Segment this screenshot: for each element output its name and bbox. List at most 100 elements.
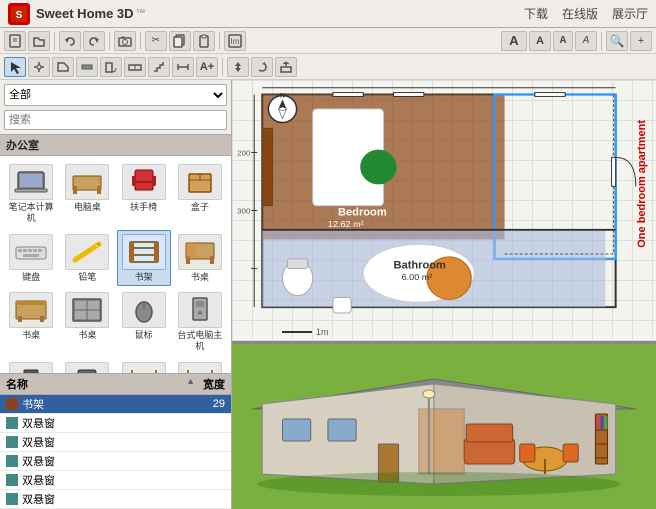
elevate-furniture[interactable]	[275, 57, 297, 77]
cut-button[interactable]: ✂	[145, 31, 167, 51]
furniture-item-keyboard[interactable]: 键盘	[4, 230, 58, 287]
furniture-item-desk4[interactable]: 书桌	[60, 288, 114, 356]
text-italic[interactable]: A	[575, 31, 597, 51]
redo-button[interactable]	[83, 31, 105, 51]
stair-tool[interactable]	[148, 57, 170, 77]
furniture-item-mouse[interactable]: 鼠标	[117, 288, 171, 356]
app-header: S Sweet Home 3D ™ 下载 在线版 展示厅	[0, 0, 656, 28]
list-item-3[interactable]: 双悬窗	[0, 452, 231, 471]
app-logo: S	[8, 3, 30, 25]
furniture-item-pencil[interactable]: 铅笔	[60, 230, 114, 287]
desk3-label: 书桌	[22, 330, 40, 341]
angleshelf160-icon	[122, 362, 166, 373]
paste-button[interactable]	[193, 31, 215, 51]
bottom-list: 名称 ▲ 宽度 书架 29 双悬窗 双悬窗 双悬窗	[0, 373, 231, 509]
download-button[interactable]: 下载	[524, 5, 548, 22]
pencil-icon	[65, 234, 109, 270]
floorplan[interactable]: Bedroom 12.62 m² Bathroom 6.00 m² 200 30…	[232, 80, 656, 344]
list-item-0[interactable]: 书架 29	[0, 395, 231, 414]
furniture-item-chair1[interactable]: 扶手椅	[117, 160, 171, 228]
camera-button[interactable]	[114, 31, 136, 51]
furniture-item-angleshelf198[interactable]: Angle shelf 198	[173, 358, 227, 373]
pan-tool[interactable]	[28, 57, 50, 77]
sort-icon[interactable]: ▲	[186, 376, 195, 392]
furniture-item-pc[interactable]: 台式电脑主机	[173, 288, 227, 356]
text-medium[interactable]: A	[529, 31, 551, 51]
furniture-item-chair3[interactable]: 椅子	[60, 358, 114, 373]
furniture-item-desk1[interactable]: 电脑桌	[60, 160, 114, 228]
furniture-item-angleshelf160[interactable]: Angle shelf 160	[117, 358, 171, 373]
list-item-name-3: 双悬窗	[22, 453, 195, 469]
undo-button[interactable]	[59, 31, 81, 51]
furniture-item-desk3[interactable]: 书桌	[4, 288, 58, 356]
desk4-label: 书桌	[78, 330, 96, 341]
text-tool[interactable]: A+	[196, 57, 218, 77]
import-button[interactable]: Im	[224, 31, 246, 51]
chair2-icon	[9, 362, 53, 373]
box-label: 盒子	[191, 202, 209, 213]
shelf-icon	[122, 234, 166, 270]
room-tool[interactable]	[52, 57, 74, 77]
new-button[interactable]	[4, 31, 26, 51]
shelf-label: 书架	[135, 272, 153, 283]
col-width-header: 宽度	[195, 376, 225, 392]
toolbar-row2: A+	[0, 54, 656, 80]
list-item-1[interactable]: 双悬窗	[0, 414, 231, 433]
rotate-furniture[interactable]	[251, 57, 273, 77]
text-small[interactable]: A	[553, 31, 573, 51]
window-tool[interactable]	[124, 57, 146, 77]
svg-text:Im: Im	[231, 37, 240, 46]
list-item-name-4: 双悬窗	[22, 472, 195, 488]
mouse-icon	[122, 292, 166, 328]
category-row: 全部	[0, 80, 231, 110]
online-button[interactable]: 在线版	[562, 5, 598, 22]
window-row-icon-2	[6, 436, 18, 448]
list-item-name-1: 双悬窗	[22, 415, 195, 431]
wall-tool[interactable]	[76, 57, 98, 77]
furniture-item-shelf[interactable]: 书架	[117, 230, 171, 287]
zoom-in-button[interactable]: +	[630, 31, 652, 51]
toolbar-row1: ✂ Im A A A A 🔍 +	[0, 28, 656, 54]
desk1-icon	[65, 164, 109, 200]
sep1	[54, 32, 55, 50]
chair1-icon	[122, 164, 166, 200]
furniture-item-laptop[interactable]: 笔记本计算机	[4, 160, 58, 228]
open-button[interactable]	[28, 31, 50, 51]
left-panel: 全部 办公室 笔记本计算机 电脑桌	[0, 80, 232, 509]
chair1-label: 扶手椅	[130, 202, 157, 213]
list-item-name-2: 双悬窗	[22, 434, 195, 450]
list-item-5[interactable]: 双悬窗	[0, 490, 231, 509]
copy-button[interactable]	[169, 31, 191, 51]
sep2	[109, 32, 110, 50]
gallery-button[interactable]: 展示厅	[612, 5, 648, 22]
furniture-item-box[interactable]: 盒子	[173, 160, 227, 228]
window-row-icon-4	[6, 474, 18, 486]
furniture-item-chair2[interactable]: 椅子	[4, 358, 58, 373]
svg-text:Bedroom: Bedroom	[338, 207, 387, 219]
list-item-4[interactable]: 双悬窗	[0, 471, 231, 490]
text-large[interactable]: A	[501, 31, 527, 51]
list-item-2[interactable]: 双悬窗	[0, 433, 231, 452]
list-item-name-5: 双悬窗	[22, 491, 195, 507]
pencil-label: 铅笔	[78, 272, 96, 283]
app-version: ™	[136, 8, 146, 19]
window-row-icon-1	[6, 417, 18, 429]
list-item-name-0: 书架	[22, 396, 195, 412]
mouse-label: 鼠标	[135, 330, 153, 341]
dimension-tool[interactable]	[172, 57, 194, 77]
category-dropdown[interactable]: 全部	[4, 84, 227, 106]
svg-text:S: S	[16, 10, 23, 21]
select-tool[interactable]	[4, 57, 26, 77]
keyboard-icon	[9, 234, 53, 270]
threeD-svg	[232, 344, 656, 509]
furniture-item-desk2[interactable]: 书桌	[173, 230, 227, 287]
keyboard-label: 键盘	[22, 272, 40, 283]
zoom-out-button[interactable]: 🔍	[606, 31, 628, 51]
door-tool[interactable]	[100, 57, 122, 77]
sep5	[601, 32, 602, 50]
app-title: Sweet Home 3D	[36, 6, 134, 21]
move-furniture[interactable]	[227, 57, 249, 77]
logo-area: S Sweet Home 3D ™	[8, 3, 524, 25]
search-input[interactable]	[4, 110, 227, 130]
scale-indicator: 1m	[282, 327, 329, 337]
